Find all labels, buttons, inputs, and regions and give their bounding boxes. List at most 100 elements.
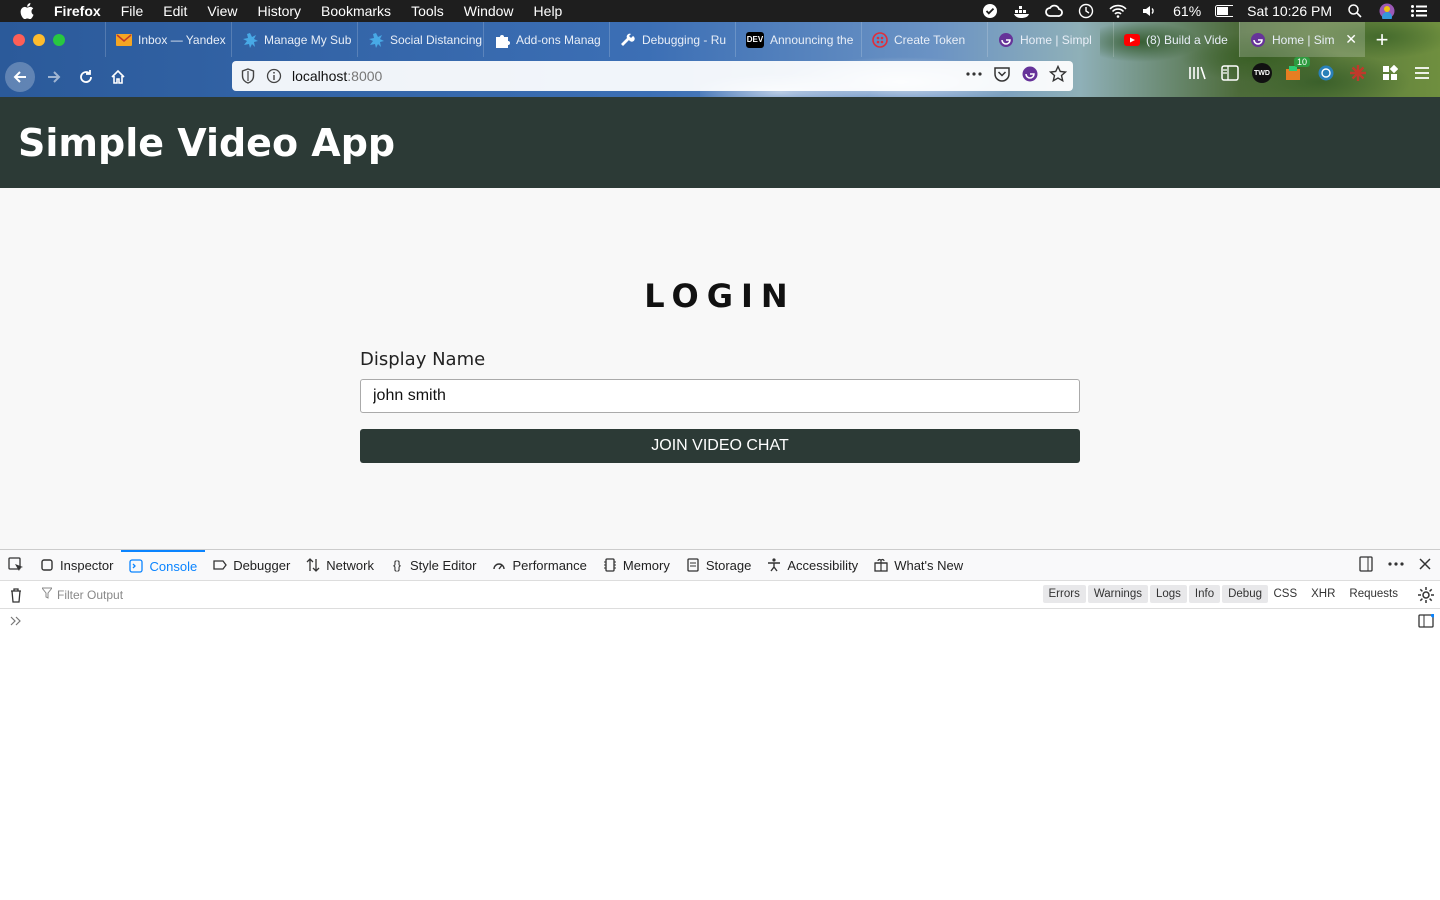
apple-icon[interactable] xyxy=(20,3,36,19)
menu-app-firefox[interactable]: Firefox xyxy=(54,3,101,19)
tab-home-active[interactable]: Home | Sim ✕ xyxy=(1239,22,1365,57)
close-window-button[interactable] xyxy=(13,33,25,46)
close-tab-icon[interactable]: ✕ xyxy=(1345,31,1357,48)
home-button[interactable] xyxy=(103,62,133,92)
new-tab-button[interactable]: + xyxy=(1367,22,1397,57)
twd-extension-icon[interactable]: TWD xyxy=(1252,63,1272,83)
minimize-window-button[interactable] xyxy=(33,33,45,46)
devtools-tab-memory[interactable]: Memory xyxy=(595,550,678,581)
back-button[interactable] xyxy=(5,62,35,92)
login-heading: LOGIN xyxy=(644,277,796,315)
bookmark-star-icon[interactable] xyxy=(1048,64,1068,86)
time-machine-icon[interactable] xyxy=(1077,3,1095,19)
creative-cloud-icon[interactable] xyxy=(1045,4,1064,18)
filter-debug-button[interactable]: Debug xyxy=(1222,585,1268,603)
close-devtools-icon[interactable] xyxy=(1418,557,1432,574)
devtools-tab-network[interactable]: Network xyxy=(298,550,382,581)
menu-help[interactable]: Help xyxy=(534,3,563,19)
menu-tools[interactable]: Tools xyxy=(411,3,444,19)
filter-output-input[interactable]: Filter Output xyxy=(40,587,123,602)
dock-side-icon[interactable] xyxy=(1358,556,1374,575)
forward-button[interactable] xyxy=(39,62,69,92)
red-extension-icon[interactable] xyxy=(1348,63,1368,83)
join-video-chat-button[interactable]: JOIN VIDEO CHAT xyxy=(360,429,1080,463)
devtools-tab-storage[interactable]: Storage xyxy=(678,550,760,581)
url-text[interactable]: localhost:8000 xyxy=(292,68,382,84)
tab-create-token[interactable]: Create Token xyxy=(861,22,987,57)
tab-debugging[interactable]: Debugging - Ru xyxy=(609,22,735,57)
filter-info-button[interactable]: Info xyxy=(1188,585,1221,603)
performance-icon xyxy=(492,558,506,572)
menu-bar-status: 61% Sat 10:26 PM xyxy=(981,0,1428,22)
address-bar[interactable]: localhost:8000 xyxy=(232,61,1073,91)
wifi-icon[interactable] xyxy=(1109,4,1127,18)
notification-center-icon[interactable] xyxy=(1410,4,1428,18)
console-input-row[interactable] xyxy=(0,609,1440,635)
menu-edit[interactable]: Edit xyxy=(163,3,187,19)
devtools-tab-accessibility[interactable]: Accessibility xyxy=(759,550,866,581)
filter-requests-button[interactable]: Requests xyxy=(1343,585,1404,603)
tab-social-distancing[interactable]: Social Distancing xyxy=(357,22,483,57)
hamburger-menu-icon[interactable] xyxy=(1412,63,1432,83)
log-level-filters: Errors Warnings Logs Info Debug xyxy=(1042,585,1268,603)
devtools-panel: Inspector Console Debugger Network {} St… xyxy=(0,549,1440,900)
reload-button[interactable] xyxy=(71,62,101,92)
console-settings-gear-icon[interactable] xyxy=(1418,587,1434,606)
menu-window[interactable]: Window xyxy=(464,3,514,19)
extension-badge-icon[interactable]: 10 xyxy=(1284,57,1310,83)
devtools-toolbar: Inspector Console Debugger Network {} St… xyxy=(0,549,1440,581)
devtools-tab-performance[interactable]: Performance xyxy=(484,550,594,581)
menu-file[interactable]: File xyxy=(121,3,144,19)
page-actions-menu-icon[interactable] xyxy=(965,66,983,85)
display-name-input[interactable] xyxy=(360,379,1080,413)
tab-home-simple[interactable]: Home | Simpl xyxy=(987,22,1113,57)
tab-addons-manager[interactable]: Add-ons Manag xyxy=(483,22,609,57)
filter-xhr-button[interactable]: XHR xyxy=(1305,585,1341,603)
memory-icon xyxy=(603,558,617,572)
clear-console-trash-icon[interactable] xyxy=(0,587,32,603)
tab-announcing[interactable]: DEV Announcing the xyxy=(735,22,861,57)
volume-icon[interactable] xyxy=(1141,4,1159,18)
storage-icon xyxy=(686,558,700,572)
devtools-tab-debugger[interactable]: Debugger xyxy=(205,550,298,581)
menu-bar-clock[interactable]: Sat 10:26 PM xyxy=(1247,3,1332,19)
devtools-tab-inspector[interactable]: Inspector xyxy=(32,550,121,581)
devtools-tab-style-editor[interactable]: {} Style Editor xyxy=(382,550,484,581)
filter-errors-button[interactable]: Errors xyxy=(1042,585,1086,603)
zoom-window-button[interactable] xyxy=(53,33,65,46)
user-avatar-icon[interactable] xyxy=(1378,3,1396,19)
library-icon[interactable] xyxy=(1188,63,1208,83)
docker-icon[interactable] xyxy=(1013,4,1031,18)
filter-warnings-button[interactable]: Warnings xyxy=(1087,585,1148,603)
gatsby-extension-icon[interactable] xyxy=(1021,65,1039,86)
navigation-toolbar: localhost:8000 TWD 10 xyxy=(0,57,1440,97)
battery-icon[interactable] xyxy=(1215,4,1234,18)
battery-percent: 61% xyxy=(1173,3,1202,19)
gear-puzzle-icon xyxy=(242,32,258,48)
extensions-grid-icon[interactable] xyxy=(1380,63,1400,83)
wrench-icon xyxy=(620,32,636,48)
spotlight-search-icon[interactable] xyxy=(1346,4,1364,18)
element-picker-icon[interactable] xyxy=(0,557,32,573)
puzzle-icon xyxy=(494,32,510,48)
editor-mode-toggle-icon[interactable] xyxy=(1418,613,1435,633)
globe-extension-icon[interactable] xyxy=(1316,63,1336,83)
devtools-tab-console[interactable]: Console xyxy=(121,549,206,581)
site-info-icon[interactable] xyxy=(266,68,282,84)
checkmark-circle-icon[interactable] xyxy=(981,4,999,18)
tab-inbox[interactable]: Inbox — Yandex xyxy=(105,22,231,57)
devtools-menu-icon[interactable] xyxy=(1388,556,1404,575)
menu-bookmarks[interactable]: Bookmarks xyxy=(321,3,391,19)
menu-view[interactable]: View xyxy=(207,3,237,19)
window-controls xyxy=(13,33,105,46)
tab-youtube[interactable]: (8) Build a Vide xyxy=(1113,22,1239,57)
devtools-tab-whats-new[interactable]: What's New xyxy=(866,550,971,581)
braces-icon: {} xyxy=(392,558,401,572)
filter-css-button[interactable]: CSS xyxy=(1267,585,1303,603)
menu-history[interactable]: History xyxy=(257,3,301,19)
tracking-protection-shield-icon[interactable] xyxy=(240,68,256,84)
filter-logs-button[interactable]: Logs xyxy=(1149,585,1187,603)
sidebar-icon[interactable] xyxy=(1220,63,1240,83)
pocket-icon[interactable] xyxy=(993,65,1011,86)
tab-manage-subscription[interactable]: Manage My Sub xyxy=(231,22,357,57)
